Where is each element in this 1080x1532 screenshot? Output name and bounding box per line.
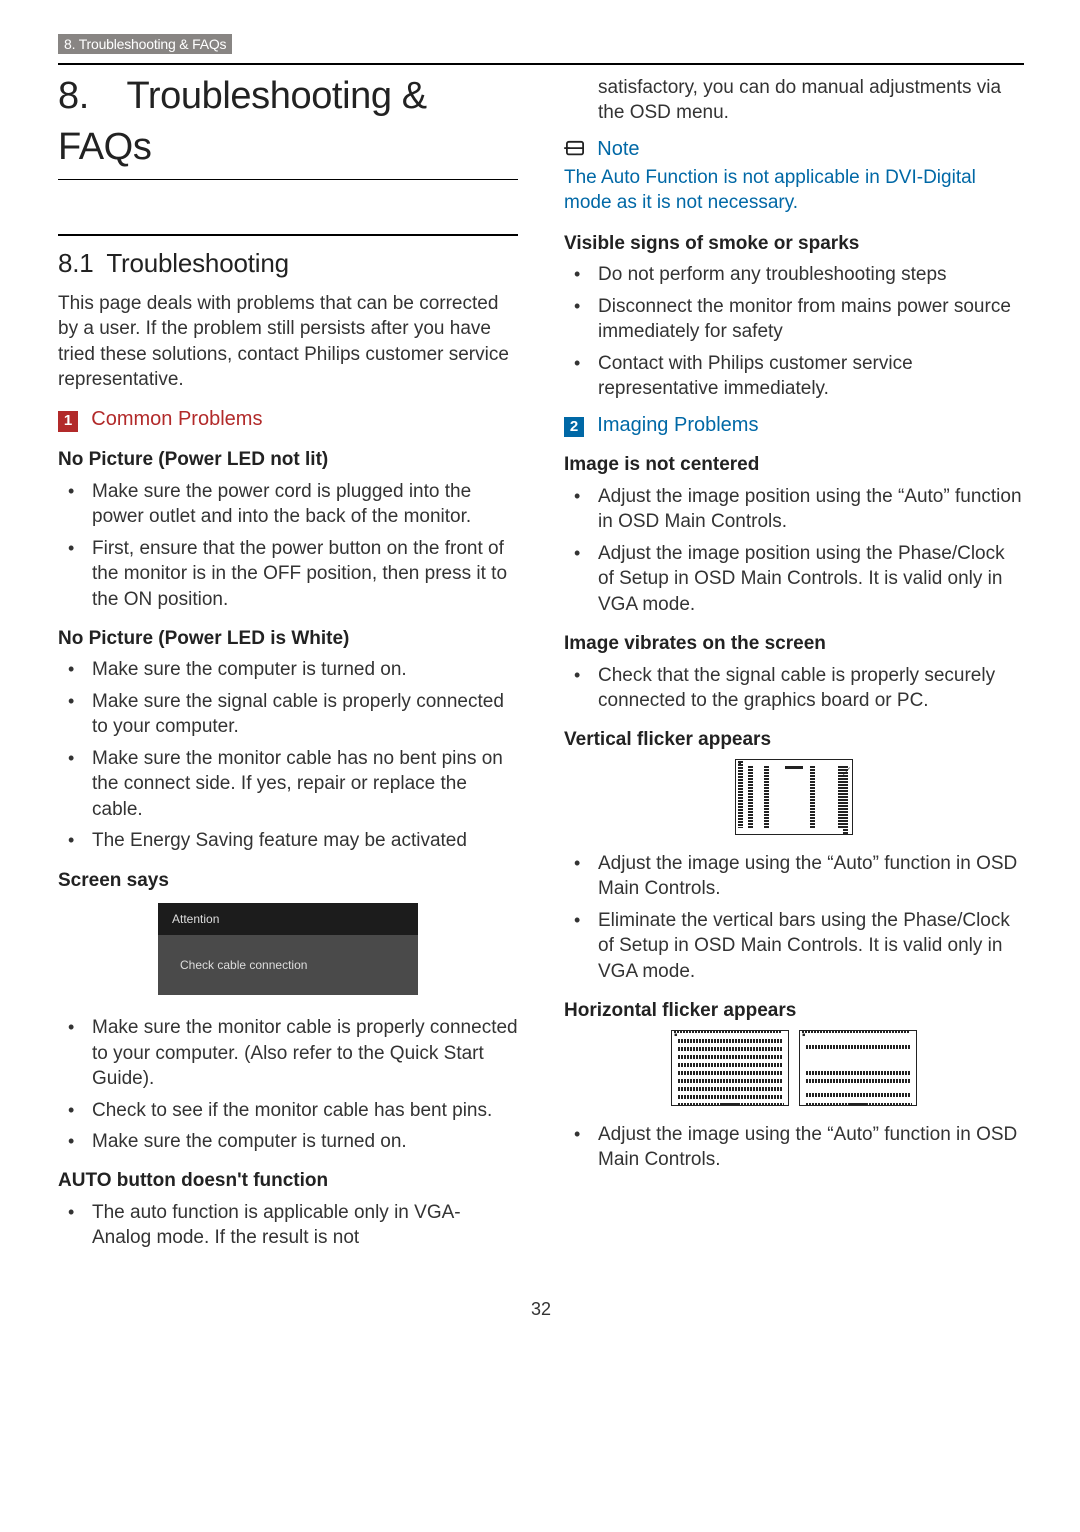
list-no-picture-led-off: Make sure the power cord is plugged into… [58, 479, 518, 612]
subhead-smoke: Visible signs of smoke or sparks [564, 231, 1024, 256]
monitor-stand-icon [785, 766, 803, 769]
list-vflicker: Adjust the image using the “Auto” functi… [564, 851, 1024, 984]
list-vibrates: Check that the signal cable is properly … [564, 663, 1024, 714]
list-hflicker: Adjust the image using the “Auto” functi… [564, 1122, 1024, 1173]
list-item: Contact with Philips customer service re… [564, 351, 1024, 402]
subhead-no-picture-led-white: No Picture (Power LED is White) [58, 626, 518, 651]
flicker-box: ▪ ⟋ [735, 759, 853, 835]
monitor-corner-icon: ▪ [674, 1030, 782, 1033]
subhead-vibrates: Image vibrates on the screen [564, 631, 1024, 656]
list-item: Adjust the image position using the “Aut… [564, 484, 1024, 535]
list-no-picture-led-white: Make sure the computer is turned on. Mak… [58, 657, 518, 853]
list-item: First, ensure that the power button on t… [58, 536, 518, 612]
list-item: Disconnect the monitor from mains power … [564, 294, 1024, 345]
two-column-layout: 8. Troubleshooting & FAQs 8.1 Troublesho… [58, 71, 1024, 1259]
list-item: Make sure the monitor cable has no bent … [58, 746, 518, 822]
rule-under-h1 [58, 179, 518, 180]
section-8-1-title: 8.1 Troubleshooting [58, 246, 518, 281]
running-header: 8. Troubleshooting & FAQs [58, 34, 232, 54]
list-item: Make sure the power cord is plugged into… [58, 479, 518, 530]
list-item: Eliminate the vertical bars using the Ph… [564, 908, 1024, 984]
intro-paragraph: This page deals with problems that can b… [58, 291, 518, 393]
list-screen-says: Make sure the monitor cable is properly … [58, 1015, 518, 1154]
note-block: Note [564, 136, 1024, 163]
rule-above-h2 [58, 234, 518, 236]
list-item: Adjust the image position using the Phas… [564, 541, 1024, 617]
list-item: The Energy Saving feature may be activat… [58, 828, 518, 853]
page: 8. Troubleshooting & FAQs 8. Troubleshoo… [0, 0, 1080, 1360]
flicker-box: ▪ ⟋ [671, 1030, 789, 1106]
osd-message-body: Check cable connection [158, 935, 418, 995]
note-label: Note [597, 138, 639, 160]
list-item: Make sure the computer is turned on. [58, 657, 518, 682]
subhead-hflicker: Horizontal flicker appears [564, 998, 1024, 1023]
flicker-box: ▪ ⟋ [799, 1030, 917, 1106]
section-2-number-badge: 2 [564, 417, 584, 437]
list-item: Do not perform any troubleshooting steps [564, 262, 1024, 287]
section-2-title: Imaging Problems [597, 414, 758, 436]
monitor-corner-icon: ▪ [738, 759, 743, 828]
monitor-tilt-icon: ⟋ [843, 766, 848, 835]
list-item: Make sure the computer is turned on. [58, 1129, 518, 1154]
horizontal-flicker-illustration: ▪ ⟋ ▪ ⟋ [564, 1030, 1024, 1106]
section-1-header: 1 Common Problems [58, 406, 518, 433]
list-item: Check that the signal cable is properly … [564, 663, 1024, 714]
section-1-number-badge: 1 [58, 411, 78, 431]
monitor-tilt-icon: ⟋ [806, 1103, 912, 1106]
rule-top [58, 63, 1024, 65]
osd-message-box: Attention Check cable connection [158, 903, 418, 995]
list-item: Make sure the signal cable is properly c… [58, 689, 518, 740]
list-not-centered: Adjust the image position using the “Aut… [564, 484, 1024, 617]
section-1-title: Common Problems [91, 408, 262, 430]
monitor-tilt-icon: ⟋ [678, 1103, 784, 1106]
subhead-auto-button: AUTO button doesn't function [58, 1168, 518, 1193]
page-number: 32 [58, 1299, 1024, 1320]
list-item: Adjust the image using the “Auto” functi… [564, 1122, 1024, 1173]
list-item: Check to see if the monitor cable has be… [58, 1098, 518, 1123]
note-text: The Auto Function is not applicable in D… [564, 165, 1024, 215]
osd-message-header: Attention [158, 903, 418, 935]
list-item: The auto function is applicable only in … [58, 1200, 518, 1251]
subhead-no-picture-led-off: No Picture (Power LED not lit) [58, 447, 518, 472]
subhead-not-centered: Image is not centered [564, 452, 1024, 477]
left-column: 8. Troubleshooting & FAQs 8.1 Troublesho… [58, 71, 518, 1259]
note-icon [564, 140, 586, 158]
right-column: satisfactory, you can do manual adjustme… [564, 71, 1024, 1259]
list-auto-button: The auto function is applicable only in … [58, 1200, 518, 1251]
vertical-flicker-illustration: ▪ ⟋ [564, 759, 1024, 835]
subhead-vflicker: Vertical flicker appears [564, 727, 1024, 752]
continued-paragraph: satisfactory, you can do manual adjustme… [564, 75, 1024, 126]
list-item: Adjust the image using the “Auto” functi… [564, 851, 1024, 902]
page-title: 8. Troubleshooting & FAQs [58, 71, 518, 173]
subhead-screen-says: Screen says [58, 868, 518, 893]
monitor-corner-icon: ▪ [802, 1030, 910, 1033]
list-smoke: Do not perform any troubleshooting steps… [564, 262, 1024, 401]
list-item: Make sure the monitor cable is properly … [58, 1015, 518, 1091]
section-2-header: 2 Imaging Problems [564, 412, 1024, 439]
